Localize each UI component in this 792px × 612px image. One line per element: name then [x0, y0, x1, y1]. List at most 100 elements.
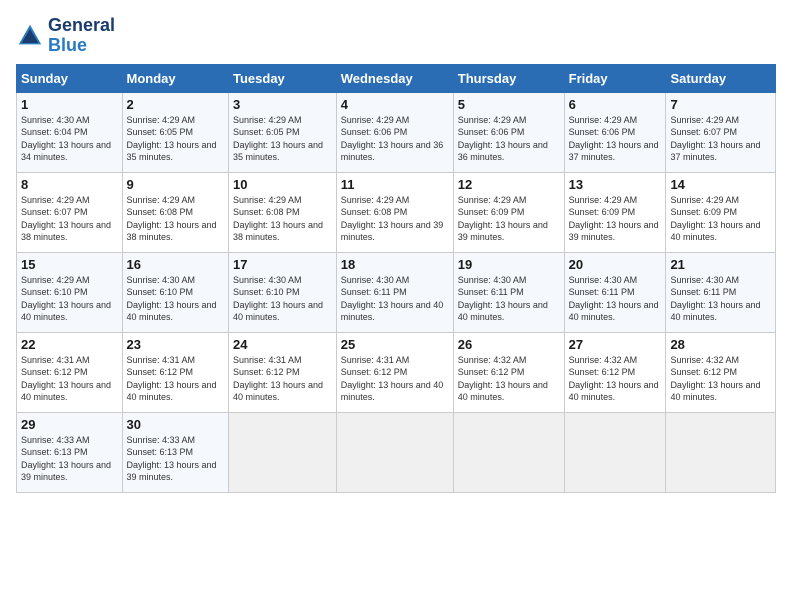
day-info: Sunrise: 4:29 AMSunset: 6:08 PMDaylight:…	[127, 194, 225, 244]
calendar-week-row: 22Sunrise: 4:31 AMSunset: 6:12 PMDayligh…	[17, 332, 776, 412]
calendar-cell: 19 Sunrise: 4:30 AMSunset: 6:11 PMDayligh…	[453, 252, 564, 332]
day-info: Sunrise: 4:30 AMSunset: 6:11 PMDaylight:…	[569, 274, 662, 324]
day-info: Sunrise: 4:29 AMSunset: 6:08 PMDaylight:…	[341, 194, 449, 244]
logo-icon	[16, 22, 44, 50]
day-info: Sunrise: 4:31 AMSunset: 6:12 PMDaylight:…	[341, 354, 449, 404]
day-number: 29	[21, 417, 118, 432]
day-info: Sunrise: 4:30 AMSunset: 6:10 PMDaylight:…	[233, 274, 332, 324]
day-number: 17	[233, 257, 332, 272]
day-number: 3	[233, 97, 332, 112]
day-info: Sunrise: 4:33 AMSunset: 6:13 PMDaylight:…	[21, 434, 118, 484]
calendar-cell: 18 Sunrise: 4:30 AMSunset: 6:11 PMDayligh…	[336, 252, 453, 332]
calendar-week-row: 8 Sunrise: 4:29 AMSunset: 6:07 PMDaylight…	[17, 172, 776, 252]
calendar-body: 1Sunrise: 4:30 AMSunset: 6:04 PMDaylight…	[17, 92, 776, 492]
day-header-monday: Monday	[122, 64, 229, 92]
day-info: Sunrise: 4:29 AMSunset: 6:09 PMDaylight:…	[670, 194, 771, 244]
calendar-cell: 2Sunrise: 4:29 AMSunset: 6:05 PMDaylight…	[122, 92, 229, 172]
calendar-cell	[453, 412, 564, 492]
calendar-cell: 14 Sunrise: 4:29 AMSunset: 6:09 PMDayligh…	[666, 172, 776, 252]
day-number: 28	[670, 337, 771, 352]
calendar-cell: 4 Sunrise: 4:29 AMSunset: 6:06 PMDaylight…	[336, 92, 453, 172]
calendar-cell: 30Sunrise: 4:33 AMSunset: 6:13 PMDayligh…	[122, 412, 229, 492]
day-number: 26	[458, 337, 560, 352]
calendar-cell: 29 Sunrise: 4:33 AMSunset: 6:13 PMDayligh…	[17, 412, 123, 492]
day-info: Sunrise: 4:30 AMSunset: 6:11 PMDaylight:…	[458, 274, 560, 324]
calendar-week-row: 15 Sunrise: 4:29 AMSunset: 6:10 PMDayligh…	[17, 252, 776, 332]
day-number: 14	[670, 177, 771, 192]
calendar-table: SundayMondayTuesdayWednesdayThursdayFrid…	[16, 64, 776, 493]
calendar-cell: 16 Sunrise: 4:30 AMSunset: 6:10 PMDayligh…	[122, 252, 229, 332]
day-number: 1	[21, 97, 118, 112]
day-number: 10	[233, 177, 332, 192]
day-info: Sunrise: 4:29 AMSunset: 6:07 PMDaylight:…	[670, 114, 771, 164]
calendar-cell: 3 Sunrise: 4:29 AMSunset: 6:05 PMDaylight…	[229, 92, 337, 172]
logo: General Blue	[16, 16, 115, 56]
calendar-header-row: SundayMondayTuesdayWednesdayThursdayFrid…	[17, 64, 776, 92]
calendar-cell	[229, 412, 337, 492]
day-number: 2	[127, 97, 225, 112]
day-number: 18	[341, 257, 449, 272]
day-header-saturday: Saturday	[666, 64, 776, 92]
calendar-cell: 20 Sunrise: 4:30 AMSunset: 6:11 PMDayligh…	[564, 252, 666, 332]
day-number: 8	[21, 177, 118, 192]
day-number: 9	[127, 177, 225, 192]
day-info: Sunrise: 4:29 AMSunset: 6:09 PMDaylight:…	[569, 194, 662, 244]
calendar-cell: 28 Sunrise: 4:32 AMSunset: 6:12 PMDayligh…	[666, 332, 776, 412]
day-header-wednesday: Wednesday	[336, 64, 453, 92]
day-number: 19	[458, 257, 560, 272]
calendar-cell: 24 Sunrise: 4:31 AMSunset: 6:12 PMDayligh…	[229, 332, 337, 412]
day-number: 6	[569, 97, 662, 112]
header: General Blue	[16, 16, 776, 56]
calendar-cell: 23Sunrise: 4:31 AMSunset: 6:12 PMDayligh…	[122, 332, 229, 412]
calendar-cell: 6Sunrise: 4:29 AMSunset: 6:06 PMDaylight…	[564, 92, 666, 172]
calendar-cell: 8 Sunrise: 4:29 AMSunset: 6:07 PMDaylight…	[17, 172, 123, 252]
day-number: 11	[341, 177, 449, 192]
day-info: Sunrise: 4:30 AMSunset: 6:11 PMDaylight:…	[341, 274, 449, 324]
day-number: 24	[233, 337, 332, 352]
calendar-cell: 27 Sunrise: 4:32 AMSunset: 6:12 PMDayligh…	[564, 332, 666, 412]
calendar-cell: 25 Sunrise: 4:31 AMSunset: 6:12 PMDayligh…	[336, 332, 453, 412]
day-header-thursday: Thursday	[453, 64, 564, 92]
calendar-cell: 21 Sunrise: 4:30 AMSunset: 6:11 PMDayligh…	[666, 252, 776, 332]
calendar-cell: 7 Sunrise: 4:29 AMSunset: 6:07 PMDaylight…	[666, 92, 776, 172]
day-info: Sunrise: 4:29 AMSunset: 6:05 PMDaylight:…	[233, 114, 332, 164]
day-info: Sunrise: 4:31 AMSunset: 6:12 PMDaylight:…	[233, 354, 332, 404]
day-info: Sunrise: 4:29 AMSunset: 6:07 PMDaylight:…	[21, 194, 118, 244]
calendar-cell: 10 Sunrise: 4:29 AMSunset: 6:08 PMDayligh…	[229, 172, 337, 252]
day-info: Sunrise: 4:32 AMSunset: 6:12 PMDaylight:…	[670, 354, 771, 404]
calendar-cell: 22Sunrise: 4:31 AMSunset: 6:12 PMDayligh…	[17, 332, 123, 412]
calendar-week-row: 1Sunrise: 4:30 AMSunset: 6:04 PMDaylight…	[17, 92, 776, 172]
calendar-week-row: 29 Sunrise: 4:33 AMSunset: 6:13 PMDayligh…	[17, 412, 776, 492]
day-info: Sunrise: 4:30 AMSunset: 6:10 PMDaylight:…	[127, 274, 225, 324]
calendar-cell: 9 Sunrise: 4:29 AMSunset: 6:08 PMDaylight…	[122, 172, 229, 252]
calendar-cell	[564, 412, 666, 492]
day-header-friday: Friday	[564, 64, 666, 92]
day-number: 7	[670, 97, 771, 112]
calendar-cell: 1Sunrise: 4:30 AMSunset: 6:04 PMDaylight…	[17, 92, 123, 172]
day-number: 5	[458, 97, 560, 112]
calendar-cell: 17 Sunrise: 4:30 AMSunset: 6:10 PMDayligh…	[229, 252, 337, 332]
day-number: 21	[670, 257, 771, 272]
day-number: 27	[569, 337, 662, 352]
day-number: 30	[127, 417, 225, 432]
day-info: Sunrise: 4:32 AMSunset: 6:12 PMDaylight:…	[569, 354, 662, 404]
calendar-cell	[666, 412, 776, 492]
calendar-cell	[336, 412, 453, 492]
day-info: Sunrise: 4:31 AMSunset: 6:12 PMDaylight:…	[21, 354, 118, 404]
day-number: 25	[341, 337, 449, 352]
day-number: 15	[21, 257, 118, 272]
day-number: 23	[127, 337, 225, 352]
day-info: Sunrise: 4:29 AMSunset: 6:09 PMDaylight:…	[458, 194, 560, 244]
day-info: Sunrise: 4:30 AMSunset: 6:11 PMDaylight:…	[670, 274, 771, 324]
day-info: Sunrise: 4:29 AMSunset: 6:08 PMDaylight:…	[233, 194, 332, 244]
day-info: Sunrise: 4:29 AMSunset: 6:10 PMDaylight:…	[21, 274, 118, 324]
day-info: Sunrise: 4:32 AMSunset: 6:12 PMDaylight:…	[458, 354, 560, 404]
day-number: 16	[127, 257, 225, 272]
day-number: 4	[341, 97, 449, 112]
day-number: 12	[458, 177, 560, 192]
day-header-tuesday: Tuesday	[229, 64, 337, 92]
day-info: Sunrise: 4:29 AMSunset: 6:06 PMDaylight:…	[341, 114, 449, 164]
calendar-cell: 15 Sunrise: 4:29 AMSunset: 6:10 PMDayligh…	[17, 252, 123, 332]
day-header-sunday: Sunday	[17, 64, 123, 92]
day-number: 20	[569, 257, 662, 272]
